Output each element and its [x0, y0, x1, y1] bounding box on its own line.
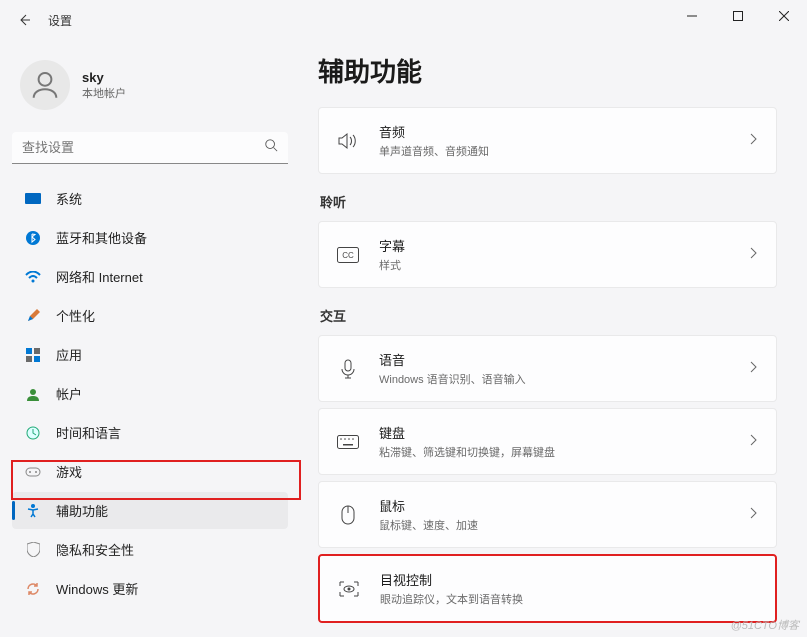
keyboard-icon: [337, 431, 359, 453]
nav-label: 隐私和安全性: [56, 540, 134, 559]
nav-privacy[interactable]: 隐私和安全性: [12, 531, 288, 568]
nav-label: 系统: [56, 189, 82, 208]
sidebar: sky 本地帐户 系统 蓝牙和其他设备 网络和 Internet 个性化 应用 …: [0, 40, 300, 637]
bluetooth-icon: [24, 229, 42, 247]
brush-icon: [24, 307, 42, 325]
card-desc: 鼠标键、速度、加速: [379, 517, 750, 533]
svg-text:CC: CC: [342, 251, 354, 260]
nav-apps[interactable]: 应用: [12, 336, 288, 373]
chevron-right-icon: [750, 360, 758, 378]
search-box[interactable]: [12, 132, 288, 164]
card-speech[interactable]: 语音 Windows 语音识别、语音输入: [318, 335, 777, 402]
card-mouse[interactable]: 鼠标鼠标键、速度、加速: [318, 481, 777, 548]
minimize-icon: [687, 11, 697, 21]
card-captions[interactable]: CC 字幕样式: [318, 221, 777, 288]
arrow-left-icon: [16, 12, 32, 28]
window-title: 设置: [48, 12, 72, 29]
nav-personalize[interactable]: 个性化: [12, 297, 288, 334]
nav-system[interactable]: 系统: [12, 180, 288, 217]
nav-label: 应用: [56, 345, 82, 364]
card-eye-control[interactable]: 目视控制眼动追踪仪，文本到语音转换: [318, 554, 777, 623]
shield-icon: [24, 541, 42, 559]
clock-icon: [24, 424, 42, 442]
account-type: 本地帐户: [82, 85, 126, 101]
card-title: 目视控制: [380, 570, 757, 589]
page-title: 辅助功能: [318, 52, 777, 89]
card-title: 字幕: [379, 236, 750, 255]
card-title: 鼠标: [379, 496, 750, 515]
wifi-icon: [24, 268, 42, 286]
nav-bluetooth[interactable]: 蓝牙和其他设备: [12, 219, 288, 256]
card-desc: 粘滞键、筛选键和切换键，屏幕键盘: [379, 444, 750, 460]
update-icon: [24, 580, 42, 598]
accessibility-icon: [24, 502, 42, 520]
chevron-right-icon: [750, 132, 758, 150]
cc-icon: CC: [337, 244, 359, 266]
mouse-icon: [337, 504, 359, 526]
gaming-icon: [24, 463, 42, 481]
account-icon: [24, 385, 42, 403]
section-hearing: 聆听: [320, 192, 777, 211]
maximize-button[interactable]: [715, 0, 761, 32]
apps-icon: [24, 346, 42, 364]
watermark: @51CTO博客: [731, 617, 799, 633]
card-desc: Windows 语音识别、语音输入: [379, 371, 750, 387]
nav-label: Windows 更新: [56, 579, 138, 598]
nav-network[interactable]: 网络和 Internet: [12, 258, 288, 295]
card-desc: 样式: [379, 257, 750, 273]
card-desc: 单声道音频、音频通知: [379, 143, 750, 159]
system-icon: [24, 190, 42, 208]
nav-gaming[interactable]: 游戏: [12, 453, 288, 490]
nav-label: 游戏: [56, 462, 82, 481]
search-icon: [264, 138, 278, 157]
nav-accounts[interactable]: 帐户: [12, 375, 288, 412]
card-desc: 眼动追踪仪，文本到语音转换: [380, 591, 757, 607]
card-title: 键盘: [379, 423, 750, 442]
nav-label: 个性化: [56, 306, 95, 325]
nav-time[interactable]: 时间和语言: [12, 414, 288, 451]
chevron-right-icon: [750, 246, 758, 264]
nav-label: 时间和语言: [56, 423, 121, 442]
account-block[interactable]: sky 本地帐户: [12, 48, 288, 130]
chevron-right-icon: [750, 433, 758, 451]
speaker-icon: [337, 130, 359, 152]
eye-icon: [338, 578, 360, 600]
card-audio[interactable]: 音频单声道音频、音频通知: [318, 107, 777, 174]
avatar: [20, 60, 70, 110]
section-interaction: 交互: [320, 306, 777, 325]
maximize-icon: [733, 11, 743, 21]
card-title: 语音: [379, 350, 750, 369]
minimize-button[interactable]: [669, 0, 715, 32]
search-input[interactable]: [22, 140, 264, 155]
nav-label: 辅助功能: [56, 501, 108, 520]
nav-accessibility[interactable]: 辅助功能: [12, 492, 288, 529]
nav-label: 蓝牙和其他设备: [56, 228, 147, 247]
back-button[interactable]: [8, 4, 40, 36]
nav-update[interactable]: Windows 更新: [12, 570, 288, 607]
account-name: sky: [82, 70, 126, 85]
main-content: 辅助功能 音频单声道音频、音频通知 聆听 CC 字幕样式 交互 语音 Window…: [300, 40, 807, 637]
card-title: 音频: [379, 122, 750, 141]
nav-label: 帐户: [56, 384, 82, 403]
person-icon: [28, 68, 62, 102]
nav-label: 网络和 Internet: [56, 267, 143, 286]
close-icon: [779, 11, 789, 21]
card-keyboard[interactable]: 键盘粘滞键、筛选键和切换键，屏幕键盘: [318, 408, 777, 475]
mic-icon: [337, 358, 359, 380]
chevron-right-icon: [750, 506, 758, 524]
close-button[interactable]: [761, 0, 807, 32]
